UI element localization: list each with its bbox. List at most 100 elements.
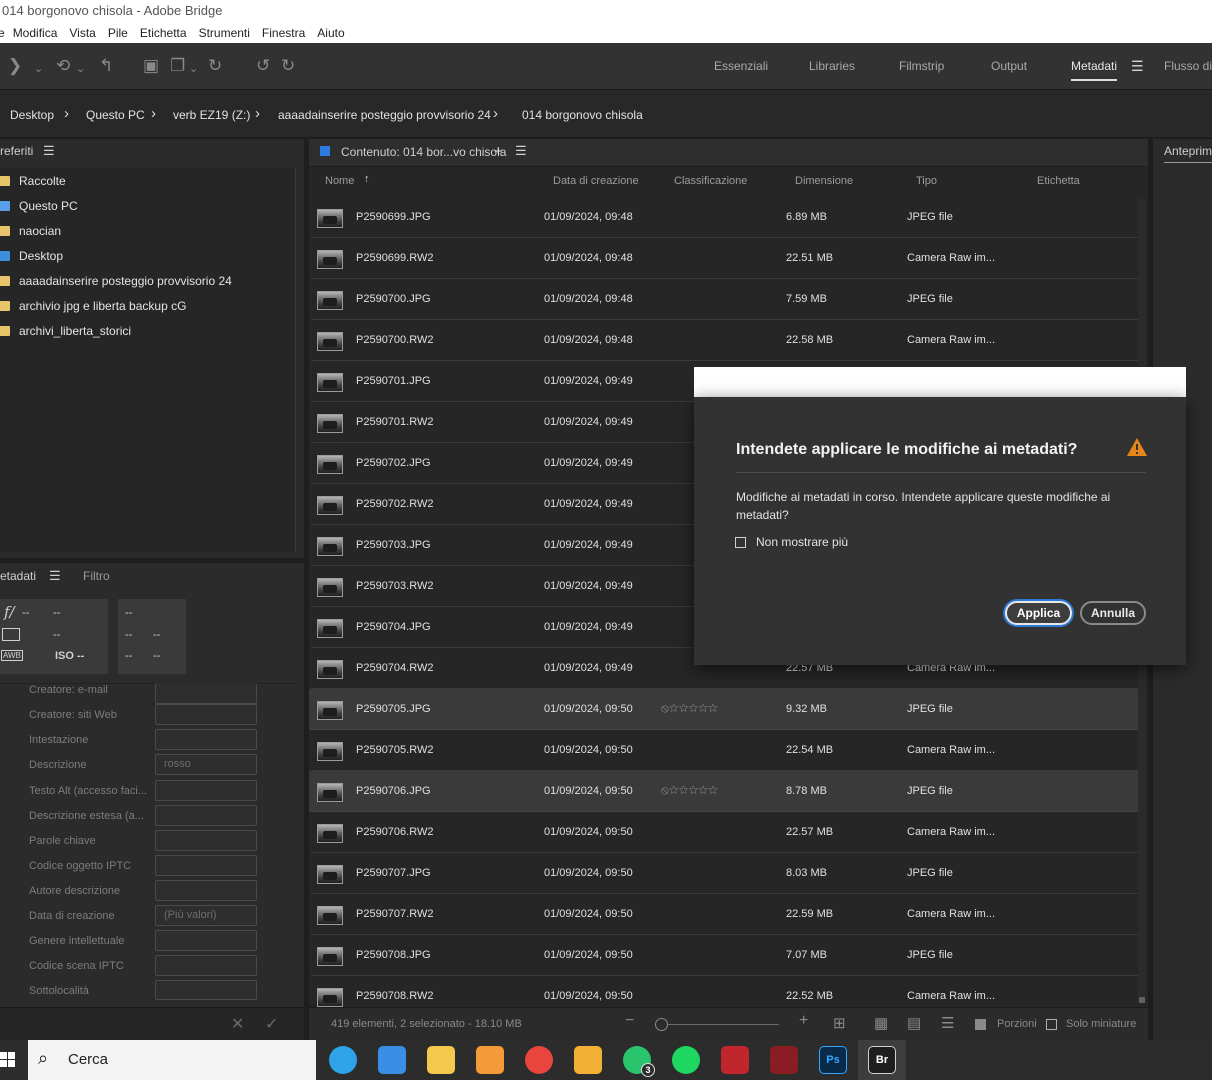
file-thumbnail[interactable] xyxy=(317,578,343,597)
file-thumbnail[interactable] xyxy=(317,865,343,884)
file-thumbnail[interactable] xyxy=(317,619,343,638)
field-input[interactable]: (Più valori) xyxy=(155,905,257,926)
outlook-icon[interactable] xyxy=(574,1046,602,1074)
column-header-label[interactable]: Etichetta xyxy=(1037,175,1080,187)
favorite-item[interactable]: Questo PC xyxy=(0,196,78,216)
column-header-size[interactable]: Dimensione xyxy=(795,175,853,187)
file-thumbnail[interactable] xyxy=(317,291,343,310)
field-input[interactable] xyxy=(155,955,257,976)
chevron-right-icon[interactable]: › xyxy=(151,105,156,122)
file-thumbnail[interactable] xyxy=(317,373,343,392)
workspace-essenziali[interactable]: Essenziali xyxy=(714,59,768,73)
column-header-date[interactable]: Data di creazione xyxy=(553,175,639,187)
rotate-left-icon[interactable]: ↺ xyxy=(256,57,270,75)
breadcrumb-parent-folder[interactable]: aaaadainserire posteggio provvisorio 24 xyxy=(278,108,491,122)
file-thumbnail[interactable] xyxy=(317,947,343,966)
table-row[interactable]: P2590705.RW2 01/09/2024, 09:50 22.54 MB Cam… xyxy=(309,730,1138,771)
field-input[interactable] xyxy=(155,930,257,951)
zoom-in-icon[interactable]: + xyxy=(799,1012,808,1030)
table-row[interactable]: P2590708.JPG 01/09/2024, 09:50 7.07 MB JPEG… xyxy=(309,935,1138,976)
metadata-tab[interactable]: etadati xyxy=(0,569,36,583)
column-header-type[interactable]: Tipo xyxy=(916,175,937,187)
workspace-libraries[interactable]: Libraries xyxy=(809,59,855,73)
menu-aiuto[interactable]: Aiuto xyxy=(317,26,344,40)
menu-finestra[interactable]: Finestra xyxy=(262,26,305,40)
dont-show-again-checkbox[interactable] xyxy=(735,537,746,548)
table-row[interactable]: P2590699.JPG 01/09/2024, 09:48 6.89 MB JPEG… xyxy=(309,197,1138,238)
file-thumbnail[interactable] xyxy=(317,455,343,474)
table-row[interactable]: P2590707.JPG 01/09/2024, 09:50 8.03 MB JPEG… xyxy=(309,853,1138,894)
chevron-down-icon[interactable]: ⌄ xyxy=(76,60,85,78)
rotate-right-icon[interactable]: ↻ xyxy=(281,57,295,75)
field-input[interactable] xyxy=(155,855,257,876)
cancel-button[interactable]: Annulla xyxy=(1080,601,1146,625)
add-tab-icon[interactable]: + xyxy=(494,143,503,160)
workspace-metadati[interactable]: Metadati xyxy=(1071,59,1118,81)
list-view-icon[interactable]: ☰ xyxy=(941,1014,954,1032)
thumbnail-view-icon[interactable]: ▦ xyxy=(874,1014,888,1032)
file-thumbnail[interactable] xyxy=(317,537,343,556)
menu-strumenti[interactable]: Strumenti xyxy=(199,26,250,40)
field-input[interactable] xyxy=(155,704,257,725)
file-rating[interactable]: ⦸☆☆☆☆☆ xyxy=(661,701,718,716)
store-icon[interactable] xyxy=(378,1046,406,1074)
panel-menu-icon[interactable]: ☰ xyxy=(515,143,527,159)
file-rating[interactable]: ⦸☆☆☆☆☆ xyxy=(661,783,718,798)
favorite-item[interactable]: Desktop xyxy=(0,246,63,266)
breadcrumb-current-folder[interactable]: 014 borgonovo chisola xyxy=(522,108,643,122)
field-input[interactable] xyxy=(155,805,257,826)
filter-tab[interactable]: Filtro xyxy=(83,569,110,583)
refine-icon[interactable]: ❐ xyxy=(170,57,185,75)
favorites-tab[interactable]: referiti xyxy=(0,144,33,158)
windows-start-icon[interactable] xyxy=(0,1040,18,1080)
dont-show-again-label[interactable]: Non mostrare più xyxy=(756,535,848,549)
breadcrumb-pc[interactable]: Questo PC xyxy=(86,108,145,122)
workspace-flusso[interactable]: Flusso di l xyxy=(1164,59,1212,73)
favorite-item[interactable]: naocian xyxy=(0,221,61,241)
menu-vista[interactable]: Vista xyxy=(69,26,95,40)
thumbs-only-checkbox[interactable] xyxy=(1046,1019,1057,1030)
apply-edit-icon[interactable]: ✓ xyxy=(265,1014,278,1034)
taskbar-search-box[interactable]: ⌕ Cerca xyxy=(28,1040,316,1080)
table-row[interactable]: P2590707.RW2 01/09/2024, 09:50 22.59 MB Cam… xyxy=(309,894,1138,935)
menu-pile[interactable]: Pile xyxy=(108,26,128,40)
explorer-icon[interactable] xyxy=(427,1046,455,1074)
file-thumbnail[interactable] xyxy=(317,906,343,925)
workspace-filmstrip[interactable]: Filmstrip xyxy=(899,59,944,73)
content-tab[interactable]: Contenuto: 014 bor...vo chisola xyxy=(341,145,506,159)
column-header-rating[interactable]: Classificazione xyxy=(674,175,747,187)
file-thumbnail[interactable] xyxy=(317,742,343,761)
chevron-right-icon[interactable]: › xyxy=(255,105,260,122)
scrollbar-thumb[interactable] xyxy=(1139,997,1145,1003)
file-thumbnail[interactable] xyxy=(317,701,343,720)
chevron-right-icon[interactable]: › xyxy=(64,105,69,122)
menu-modifica[interactable]: Modifica xyxy=(13,26,58,40)
chrome-icon[interactable] xyxy=(525,1046,553,1074)
table-row[interactable]: P2590706.JPG 01/09/2024, 09:50 ⦸☆☆☆☆☆ 8.78 … xyxy=(309,771,1138,812)
grid-lock-icon[interactable]: ⊞ xyxy=(833,1014,846,1032)
zoom-slider-handle[interactable] xyxy=(655,1018,668,1031)
bridge-icon[interactable]: Br xyxy=(868,1046,896,1074)
panel-menu-icon[interactable]: ☰ xyxy=(49,568,61,584)
portions-checkbox[interactable] xyxy=(975,1019,986,1030)
table-row[interactable]: P2590705.JPG 01/09/2024, 09:50 ⦸☆☆☆☆☆ 9.32 … xyxy=(309,689,1138,730)
field-input[interactable] xyxy=(155,980,257,1000)
file-thumbnail[interactable] xyxy=(317,250,343,269)
chevron-right-icon[interactable]: › xyxy=(493,105,498,122)
file-thumbnail[interactable] xyxy=(317,783,343,802)
edge-icon[interactable] xyxy=(329,1046,357,1074)
zoom-out-icon[interactable]: − xyxy=(625,1012,634,1030)
menu-etichetta[interactable]: Etichetta xyxy=(140,26,187,40)
recent-folders-icon[interactable]: ⟲ xyxy=(56,57,70,75)
field-input[interactable] xyxy=(155,729,257,750)
workspace-menu-icon[interactable]: ☰ xyxy=(1131,58,1144,75)
favorite-item[interactable]: Raccolte xyxy=(0,171,66,191)
gpu-tweak-icon[interactable] xyxy=(721,1046,749,1074)
table-row[interactable]: P2590700.RW2 01/09/2024, 09:48 22.58 MB Cam… xyxy=(309,320,1138,361)
whatsapp-icon[interactable]: 3 xyxy=(623,1046,655,1077)
file-thumbnail[interactable] xyxy=(317,496,343,515)
favorite-item[interactable]: archivio jpg e liberta backup cG xyxy=(0,296,186,316)
file-thumbnail[interactable] xyxy=(317,660,343,679)
forward-icon[interactable]: ❯ xyxy=(8,57,22,75)
table-row[interactable]: P2590706.RW2 01/09/2024, 09:50 22.57 MB Cam… xyxy=(309,812,1138,853)
